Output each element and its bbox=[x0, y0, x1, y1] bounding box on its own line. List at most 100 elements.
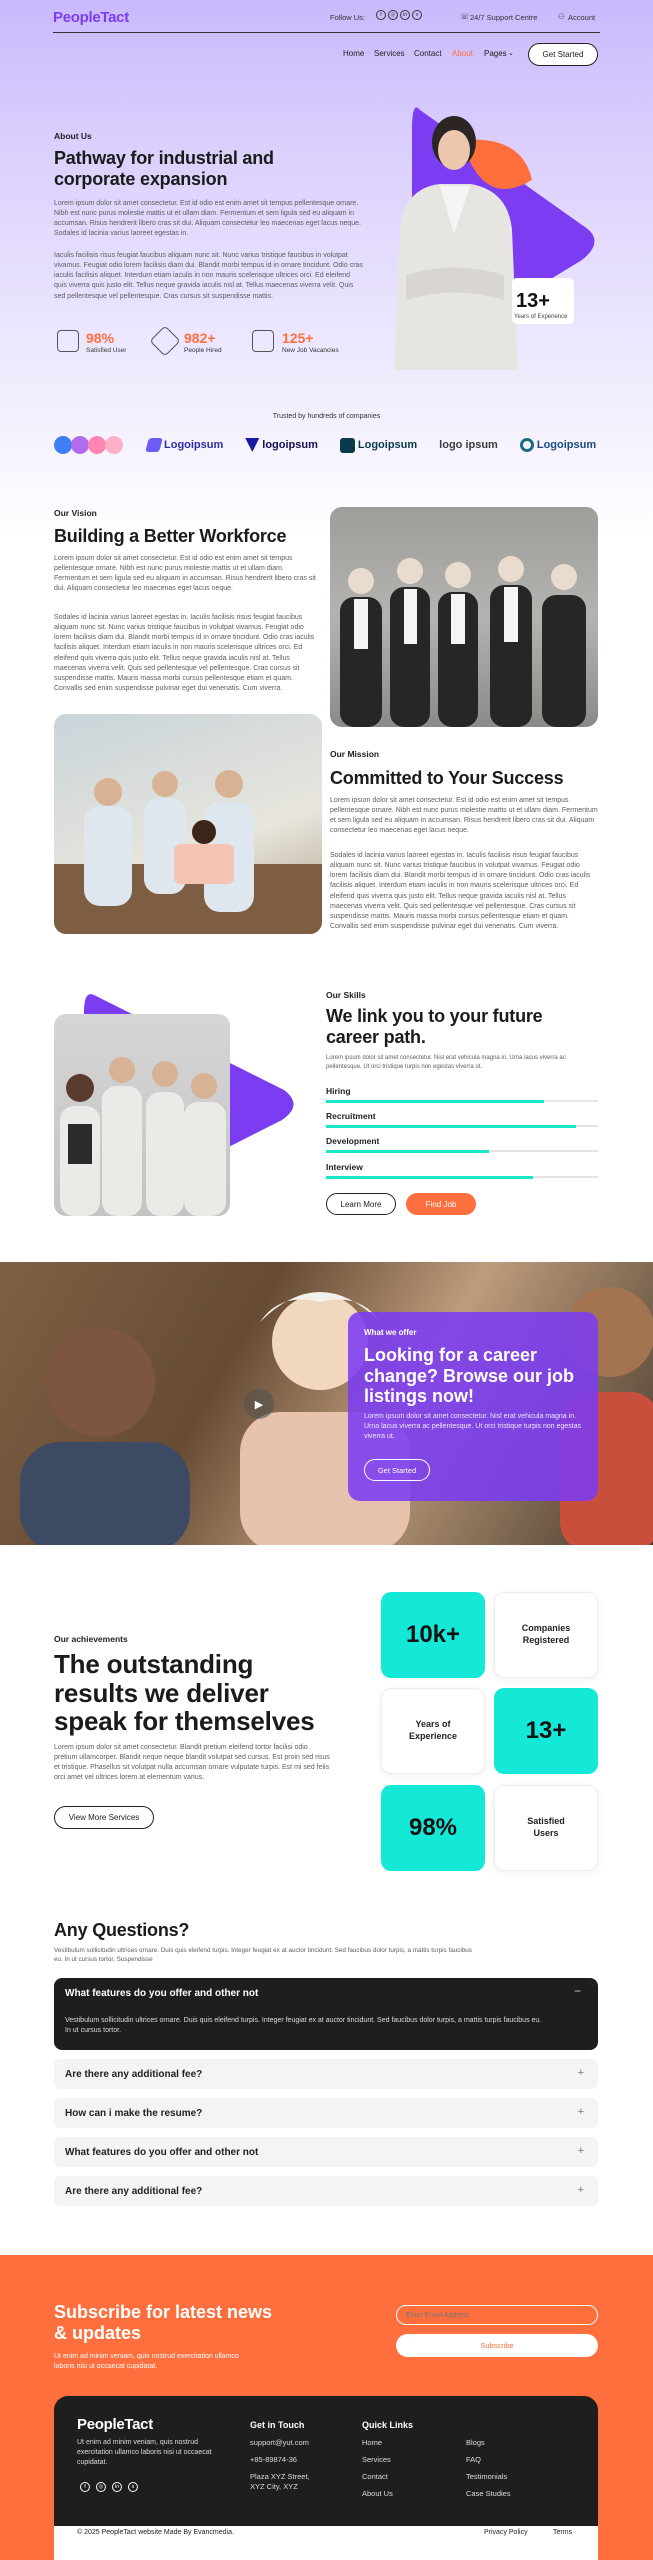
footer-address-line-1: Plaza XYZ Street, bbox=[250, 2472, 310, 2481]
offer-title: Looking for a career change? Browse our … bbox=[364, 1345, 575, 1407]
footer-links-title: Quick Links bbox=[362, 2420, 414, 2430]
stat-label: Satisfied User bbox=[86, 347, 127, 354]
skills-eyebrow: Our Skills bbox=[326, 990, 366, 1000]
subscribe-paragraph: Ut enim ad minim veniam, quis nostrud ex… bbox=[54, 2353, 239, 2370]
stat-value: 125+ bbox=[282, 330, 314, 346]
skill-label: Hiring bbox=[326, 1086, 351, 1096]
plus-icon[interactable]: + bbox=[578, 2106, 584, 2118]
user-stat-icon bbox=[57, 330, 79, 352]
find-job-button[interactable]: Find Job bbox=[406, 1193, 476, 1215]
footer-link[interactable]: Home bbox=[362, 2438, 382, 2447]
footer-link[interactable]: FAQ bbox=[466, 2455, 481, 2464]
plus-icon[interactable]: + bbox=[578, 2145, 584, 2157]
faq-question[interactable]: What features do you offer and other not bbox=[65, 1988, 258, 1999]
nav-services[interactable]: Services bbox=[374, 49, 405, 58]
team-photo bbox=[330, 507, 598, 727]
partner-logo-circles bbox=[54, 436, 123, 454]
achievements-title: The outstanding results we deliver speak… bbox=[54, 1649, 315, 1737]
experience-label: Years of Experience bbox=[514, 314, 568, 320]
vision-paragraph-2: Sodales id lacinia varius laoreet egesta… bbox=[54, 614, 315, 692]
hero-title: Pathway for industrial and corporate exp… bbox=[54, 148, 274, 190]
faq-question[interactable]: Are there any additional fee? bbox=[65, 2186, 202, 2197]
achievements-eyebrow: Our achievements bbox=[54, 1634, 128, 1644]
get-started-button[interactable]: Get Started bbox=[528, 43, 598, 66]
view-more-services-button[interactable]: View More Services bbox=[54, 1806, 154, 1829]
vision-eyebrow: Our Vision bbox=[54, 508, 97, 518]
faq-title: Any Questions? bbox=[54, 1920, 190, 1940]
facebook-icon[interactable]: f bbox=[376, 10, 386, 20]
nav-pages[interactable]: Pages bbox=[484, 49, 507, 58]
social-links: f ◎ in x bbox=[374, 10, 422, 20]
account-link[interactable]: Account bbox=[568, 13, 595, 22]
terms-link[interactable]: Terms bbox=[553, 2529, 572, 2536]
skill-fill bbox=[326, 1099, 544, 1103]
skill-track bbox=[326, 1149, 598, 1153]
hero-eyebrow: About Us bbox=[54, 131, 92, 141]
footer-phone[interactable]: +85-89874-36 bbox=[250, 2455, 297, 2464]
footer-link[interactable]: Case Studies bbox=[466, 2489, 511, 2498]
skill-label: Interview bbox=[326, 1162, 363, 1172]
faq-item[interactable]: Are there any additional fee? + bbox=[54, 2176, 598, 2206]
footer-address-line-2: XYZ City, XYZ bbox=[250, 2482, 298, 2491]
play-icon[interactable]: ▶ bbox=[244, 1389, 274, 1419]
skill-track bbox=[326, 1124, 598, 1128]
instagram-icon[interactable]: ◎ bbox=[388, 10, 398, 20]
footer-link[interactable]: Services bbox=[362, 2455, 391, 2464]
partner-logo: Logoipsum bbox=[339, 437, 417, 453]
skill-fill bbox=[326, 1149, 490, 1153]
nav-contact[interactable]: Contact bbox=[414, 49, 442, 58]
hero-paragraph-1: Lorem ipsum dolor sit amet consectetur. … bbox=[54, 200, 361, 238]
stat-label: New Job Vacancies bbox=[282, 347, 339, 354]
chevron-down-icon: ⌄ bbox=[508, 50, 514, 57]
offer-get-started-button[interactable]: Get Started bbox=[364, 1459, 430, 1481]
stat-value: 98% bbox=[86, 330, 115, 346]
partner-logo: logoipsum bbox=[245, 438, 318, 452]
skill-fill bbox=[326, 1124, 577, 1128]
faq-item[interactable]: How can i make the resume? + bbox=[54, 2098, 598, 2128]
nav-about[interactable]: About bbox=[452, 49, 473, 58]
faq-question[interactable]: Are there any additional fee? bbox=[65, 2069, 202, 2080]
instagram-icon[interactable]: ◎ bbox=[96, 2482, 106, 2492]
email-input[interactable] bbox=[396, 2305, 598, 2325]
x-icon[interactable]: x bbox=[412, 10, 422, 20]
subscribe-button[interactable]: Subscribe bbox=[396, 2334, 598, 2357]
achievements-paragraph: Lorem ipsum dolor sit amet consectetur. … bbox=[54, 1744, 330, 1782]
footer-link[interactable]: Testimonials bbox=[466, 2472, 507, 2481]
stat-card-users-label: Satisfied Users bbox=[494, 1785, 598, 1871]
x-icon[interactable]: x bbox=[128, 2482, 138, 2492]
faq-question[interactable]: What features do you offer and other not bbox=[65, 2147, 258, 2158]
partner-logo: Logoipsum bbox=[145, 438, 223, 452]
facebook-icon[interactable]: f bbox=[80, 2482, 90, 2492]
footer-link[interactable]: Contact bbox=[362, 2472, 388, 2481]
learn-more-button[interactable]: Learn More bbox=[326, 1193, 396, 1215]
faq-item[interactable]: Are there any additional fee? + bbox=[54, 2059, 598, 2089]
logo-strip: Logoipsum logoipsum Logoipsum logo ipsum… bbox=[53, 434, 596, 456]
hero-illustration bbox=[394, 107, 595, 370]
offer-eyebrow: What we offer bbox=[364, 1328, 417, 1337]
footer-link[interactable]: Blogs bbox=[466, 2438, 485, 2447]
experience-value: 13+ bbox=[516, 290, 550, 312]
subscribe-title: Subscribe for latest news & updates bbox=[54, 2302, 273, 2343]
stat-card-experience-label: Years of Experience bbox=[381, 1688, 485, 1774]
footer-link[interactable]: About Us bbox=[362, 2489, 393, 2498]
phone-icon: ☏ bbox=[460, 12, 470, 21]
follow-label: Follow Us: bbox=[330, 13, 366, 22]
faq-item[interactable]: What features do you offer and other not… bbox=[54, 2137, 598, 2167]
hero-paragraph-2: Iaculis facilisis risus feugiat faucibus… bbox=[54, 252, 363, 300]
plus-icon[interactable]: + bbox=[578, 2067, 584, 2079]
footer-logo[interactable]: PeopleTact bbox=[77, 2416, 153, 2433]
faq-question[interactable]: How can i make the resume? bbox=[65, 2108, 202, 2119]
linkedin-icon[interactable]: in bbox=[112, 2482, 122, 2492]
nav-home[interactable]: Home bbox=[343, 49, 364, 58]
skills-paragraph: Lorem ipsum dolor sit amet consectetur. … bbox=[326, 1055, 566, 1070]
mission-title: Committed to Your Success bbox=[330, 768, 564, 788]
plus-icon[interactable]: + bbox=[578, 2184, 584, 2196]
minus-icon[interactable]: − bbox=[574, 1984, 581, 1998]
footer-touch-title: Get in Touch bbox=[250, 2420, 305, 2430]
privacy-policy-link[interactable]: Privacy Policy bbox=[484, 2529, 528, 2536]
footer-email[interactable]: support@yut.com bbox=[250, 2438, 309, 2447]
linkedin-icon[interactable]: in bbox=[400, 10, 410, 20]
brand-logo[interactable]: PeopleTact bbox=[53, 9, 129, 26]
support-label[interactable]: 24/7 Support Centre bbox=[470, 13, 538, 22]
stat-card-experience-value: 13+ bbox=[494, 1688, 598, 1774]
